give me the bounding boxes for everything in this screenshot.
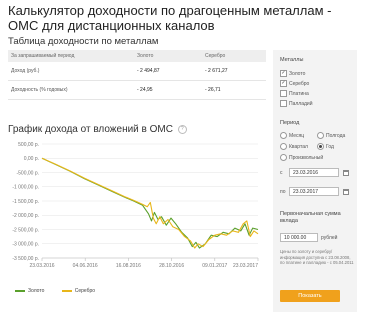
x-tick-label: 09.01.2017	[202, 263, 227, 269]
page-title: Калькулятор доходности по драгоценным ме…	[8, 3, 332, 33]
table-row: Доход (руб.) - 2 494,87 - 2 671,27	[8, 62, 266, 81]
amount-input[interactable]: 10 000.00	[280, 233, 318, 242]
y-tick-label: -1 500,00 р.	[12, 199, 39, 205]
x-tick-label: 23.03.2017	[233, 263, 258, 269]
calendar-icon[interactable]	[343, 189, 349, 195]
radio-label: Год	[326, 143, 334, 150]
gold-value: - 24,95	[134, 80, 202, 100]
checkbox-icon[interactable]: ✓	[280, 80, 287, 87]
table-row: Доходность (% годовых) - 24,95 - 26,71	[8, 80, 266, 100]
checkbox-label: Платина	[289, 90, 309, 97]
radio-label: Произвольный	[289, 154, 324, 161]
info-icon[interactable]: ?	[177, 124, 187, 134]
amount-unit: рублей	[321, 235, 338, 241]
chart-legend: Золото Серебро	[15, 288, 111, 294]
col-header-gold: Золото	[134, 50, 202, 62]
table-heading: Таблица доходности по металлам	[8, 36, 159, 47]
y-tick-label: -1 000,00 р.	[12, 185, 39, 191]
y-tick-label: 500,00 р.	[18, 142, 39, 148]
checkbox-gold[interactable]: ✓ Золото	[280, 70, 305, 77]
radio-icon[interactable]	[280, 143, 287, 150]
y-tick-label: -3 500,00 р.	[12, 256, 39, 262]
checkbox-silver[interactable]: ✓ Серебро	[280, 80, 309, 87]
x-tick-label: 04.06.2016	[73, 263, 98, 269]
checkbox-label: Золото	[289, 70, 306, 77]
y-tick-label: -2 000,00 р.	[12, 213, 39, 219]
radio-icon[interactable]	[280, 132, 287, 139]
radio-label: Полгода	[326, 132, 346, 139]
radio-half-year[interactable]: Полгода	[317, 132, 345, 139]
radio-icon[interactable]	[280, 154, 287, 161]
show-button[interactable]: Показать	[280, 290, 340, 302]
metals-title: Металлы	[280, 57, 304, 63]
legend-item-gold[interactable]: Золото	[15, 288, 46, 294]
col-header-period: За запрашиваемый период	[8, 50, 134, 62]
series-line-silver	[41, 157, 259, 249]
checkbox-palladium[interactable]: Палладий	[280, 100, 313, 107]
y-tick-label: -500,00 р.	[16, 170, 39, 176]
radio-label: Месяц	[289, 132, 305, 139]
income-chart: 500,00 р. 0,00 р. -500,00 р. -1 000,00 р. -1…	[12, 142, 259, 269]
table-header-row: За запрашиваемый период Золото Серебро	[8, 50, 266, 62]
gold-value: - 2 494,87	[134, 62, 202, 81]
checkbox-icon[interactable]: ✓	[280, 70, 287, 77]
x-tick-label: 23.03.2016	[29, 263, 54, 269]
radio-icon[interactable]	[317, 143, 324, 150]
y-tick-label: -3 000,00 р.	[12, 242, 39, 248]
yield-table: За запрашиваемый период Золото Серебро Д…	[8, 50, 266, 100]
checkbox-icon[interactable]	[280, 90, 287, 97]
to-date-input[interactable]: 23.03.2017	[289, 187, 339, 196]
checkbox-label: Серебро	[289, 80, 310, 87]
chart-heading: График дохода от вложений в ОМС ?	[8, 124, 187, 135]
silver-value: - 26,71	[202, 80, 266, 100]
calendar-icon[interactable]	[343, 170, 349, 176]
row-label: Доходность (% годовых)	[8, 80, 134, 100]
silver-value: - 2 671,27	[202, 62, 266, 81]
legend-swatch-silver	[61, 289, 72, 292]
radio-month[interactable]: Месяц	[280, 132, 304, 139]
filter-sidebar: Металлы ✓ Золото ✓ Серебро Платина Паллади…	[273, 50, 357, 312]
radio-year[interactable]: Год	[317, 143, 334, 150]
checkbox-platinum[interactable]: Платина	[280, 90, 309, 97]
radio-custom[interactable]: Произвольный	[280, 154, 323, 161]
legend-label: Серебро	[74, 288, 96, 294]
checkbox-label: Палладий	[289, 100, 313, 107]
amount-title: Первоначальная сумма вклада	[280, 211, 341, 224]
x-tick-label: 16.08.2016	[116, 263, 141, 269]
legend-item-silver[interactable]: Серебро	[61, 288, 96, 294]
data-availability-note: Цены по золоту и серебру/информация дост…	[280, 249, 354, 265]
radio-icon[interactable]	[317, 132, 324, 139]
radio-label: Квартал	[289, 143, 308, 150]
y-tick-label: 0,00 р.	[24, 156, 39, 162]
col-header-silver: Серебро	[202, 50, 266, 62]
from-label: с	[280, 170, 283, 176]
checkbox-icon[interactable]	[280, 100, 287, 107]
row-label: Доход (руб.)	[8, 62, 134, 81]
to-label: по	[280, 189, 286, 195]
period-title: Период	[280, 120, 300, 126]
legend-swatch-gold	[15, 289, 25, 292]
from-date-input[interactable]: 23.03.2016	[289, 168, 339, 177]
chart-heading-text: График дохода от вложений в ОМС	[8, 124, 173, 135]
y-tick-label: -2 500,00 р.	[12, 227, 39, 233]
x-tick-label: 28.10.2016	[159, 263, 184, 269]
radio-quarter[interactable]: Квартал	[280, 143, 308, 150]
legend-label: Золото	[28, 288, 45, 294]
